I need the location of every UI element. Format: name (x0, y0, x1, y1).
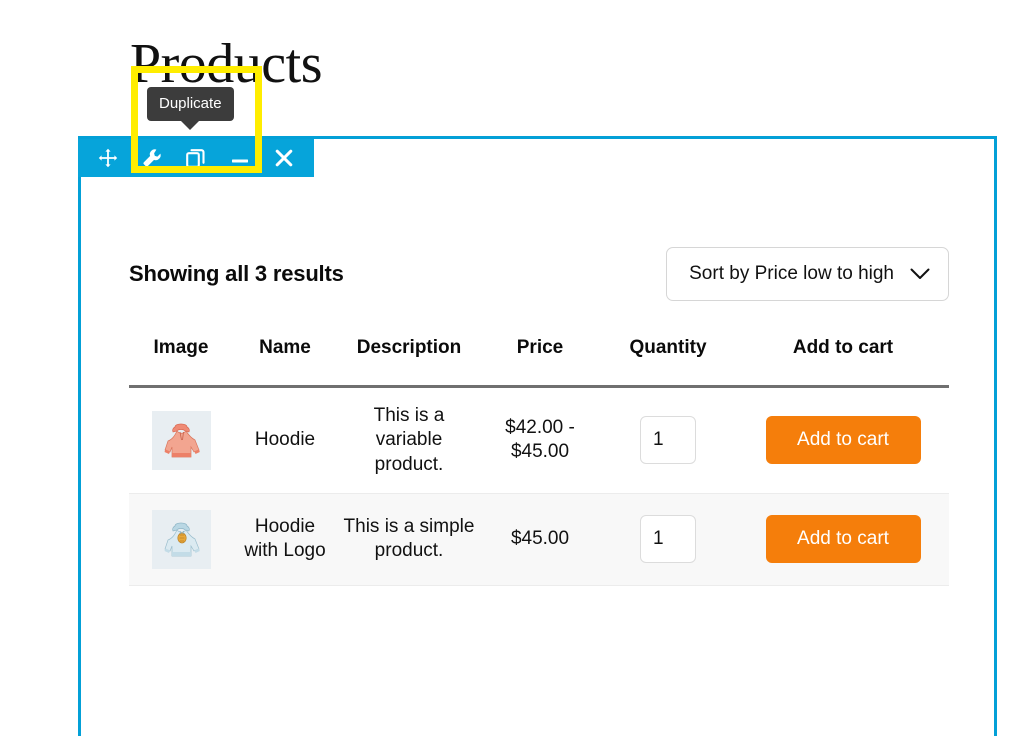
column-header-price: Price (481, 337, 599, 388)
cell-price: $42.00 - $45.00 (481, 386, 599, 494)
cell-add-to-cart: Add to cart (737, 493, 949, 586)
sort-dropdown-label: Sort by Price low to high (689, 263, 894, 284)
add-to-cart-button[interactable]: Add to cart (765, 515, 921, 564)
column-header-name: Name (233, 337, 337, 388)
minimize-icon[interactable] (225, 143, 255, 173)
cell-image (129, 386, 233, 494)
add-to-cart-button[interactable]: Add to cart (765, 416, 921, 465)
cell-name: Hoodie (233, 386, 337, 494)
column-header-quantity: Quantity (599, 337, 737, 388)
widget-toolbar (78, 139, 314, 177)
results-count-label: Showing all 3 results (129, 261, 344, 286)
table-row: Hoodie with Logo This is a simple produc… (129, 493, 949, 586)
table-header-row: Image Name Description Price Quantity Ad… (129, 337, 949, 388)
duplicate-icon[interactable] (181, 143, 211, 173)
cell-description: This is a simple product. (337, 493, 481, 586)
cell-quantity (599, 493, 737, 586)
cell-image (129, 493, 233, 586)
column-header-image: Image (129, 337, 233, 388)
results-bar: Showing all 3 results Sort by Price low … (129, 247, 949, 301)
tooltip: Duplicate (147, 87, 234, 130)
quantity-input[interactable] (640, 515, 696, 564)
move-icon[interactable] (93, 143, 123, 173)
column-header-description: Description (337, 337, 481, 388)
cell-add-to-cart: Add to cart (737, 386, 949, 494)
close-icon[interactable] (269, 143, 299, 173)
cell-quantity (599, 386, 737, 494)
tooltip-label: Duplicate (147, 87, 234, 121)
cell-price: $45.00 (481, 493, 599, 586)
quantity-input[interactable] (640, 416, 696, 465)
page-title: Products (130, 33, 323, 95)
cell-name: Hoodie with Logo (233, 493, 337, 586)
blue-hoodie-with-logo-thumbnail[interactable] (151, 509, 211, 569)
column-header-add-to-cart: Add to cart (737, 337, 949, 388)
table-row: Hoodie This is a variable product. $42.0… (129, 386, 949, 494)
tooltip-arrow (181, 121, 200, 130)
wrench-icon[interactable] (137, 143, 167, 173)
products-table: Image Name Description Price Quantity Ad… (129, 337, 949, 586)
cell-description: This is a variable product. (337, 386, 481, 494)
pink-hoodie-thumbnail[interactable] (151, 410, 211, 470)
sort-dropdown[interactable]: Sort by Price low to high (666, 247, 949, 301)
widget-content: Showing all 3 results Sort by Price low … (81, 177, 994, 694)
chevron-down-icon (910, 268, 930, 281)
